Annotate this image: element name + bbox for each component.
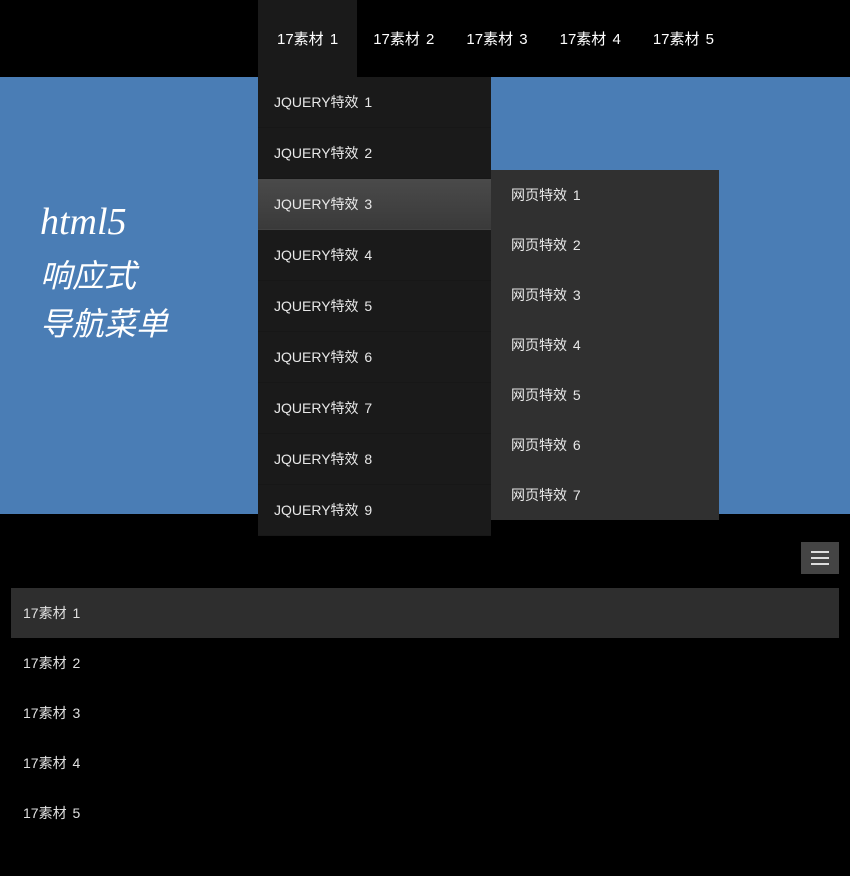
- dropdown-level-2: 网页特效 1 网页特效 2 网页特效 3 网页特效 4 网页特效 5 网页特效 …: [491, 170, 719, 520]
- dropdown-l2-item[interactable]: 网页特效 6: [491, 420, 719, 470]
- dropdown-l1-item-hovered[interactable]: JQUERY特效 3: [258, 179, 491, 230]
- dropdown-l2-item[interactable]: 网页特效 3: [491, 270, 719, 320]
- hero-title-en: html5: [40, 200, 168, 244]
- dropdown-level-1: JQUERY特效 1 JQUERY特效 2 JQUERY特效 3 JQUERY特…: [258, 77, 491, 536]
- dropdown-l1-item[interactable]: JQUERY特效 7: [258, 383, 491, 434]
- hamburger-bar: [811, 551, 829, 553]
- hero-text: html5 响应式 导航菜单: [40, 200, 168, 348]
- dropdown-l1-item[interactable]: JQUERY特效 5: [258, 281, 491, 332]
- dropdown-l2-item[interactable]: 网页特效 7: [491, 470, 719, 520]
- dropdown-l2-item[interactable]: 网页特效 2: [491, 220, 719, 270]
- dropdown-l1-item[interactable]: JQUERY特效 1: [258, 77, 491, 128]
- top-nav-item-3[interactable]: 17素材 3: [450, 0, 543, 77]
- top-nav-item-1[interactable]: 17素材 1: [258, 0, 357, 77]
- top-nav-item-2[interactable]: 17素材 2: [357, 0, 450, 77]
- hero-title-cn2: 导航菜单: [40, 300, 168, 348]
- hamburger-bar: [811, 557, 829, 559]
- hamburger-bar: [811, 563, 829, 565]
- hamburger-icon[interactable]: [801, 542, 839, 574]
- mobile-header: [11, 542, 839, 574]
- dropdown-l1-item[interactable]: JQUERY特效 6: [258, 332, 491, 383]
- dropdown-l1-item[interactable]: JQUERY特效 4: [258, 230, 491, 281]
- mobile-nav-item[interactable]: 17素材 5: [11, 788, 839, 838]
- dropdown-l2-item[interactable]: 网页特效 4: [491, 320, 719, 370]
- mobile-nav-item[interactable]: 17素材 4: [11, 738, 839, 788]
- dropdown-l2-item[interactable]: 网页特效 5: [491, 370, 719, 420]
- dropdown-l1-item[interactable]: JQUERY特效 2: [258, 128, 491, 179]
- dropdown-l1-item[interactable]: JQUERY特效 9: [258, 485, 491, 536]
- mobile-nav-item[interactable]: 17素材 1: [11, 588, 839, 638]
- top-nav-item-4[interactable]: 17素材 4: [544, 0, 637, 77]
- hero-title-cn1: 响应式: [40, 252, 168, 300]
- hero-section: 17素材 1 17素材 2 17素材 3 17素材 4 17素材 5 html5…: [0, 0, 850, 514]
- dropdown-l2-item[interactable]: 网页特效 1: [491, 170, 719, 220]
- top-nav: 17素材 1 17素材 2 17素材 3 17素材 4 17素材 5: [0, 0, 850, 77]
- top-nav-item-5[interactable]: 17素材 5: [637, 0, 730, 77]
- mobile-nav-section: 17素材 1 17素材 2 17素材 3 17素材 4 17素材 5: [0, 514, 850, 876]
- dropdown-l1-item[interactable]: JQUERY特效 8: [258, 434, 491, 485]
- mobile-nav-item[interactable]: 17素材 2: [11, 638, 839, 688]
- mobile-nav-item[interactable]: 17素材 3: [11, 688, 839, 738]
